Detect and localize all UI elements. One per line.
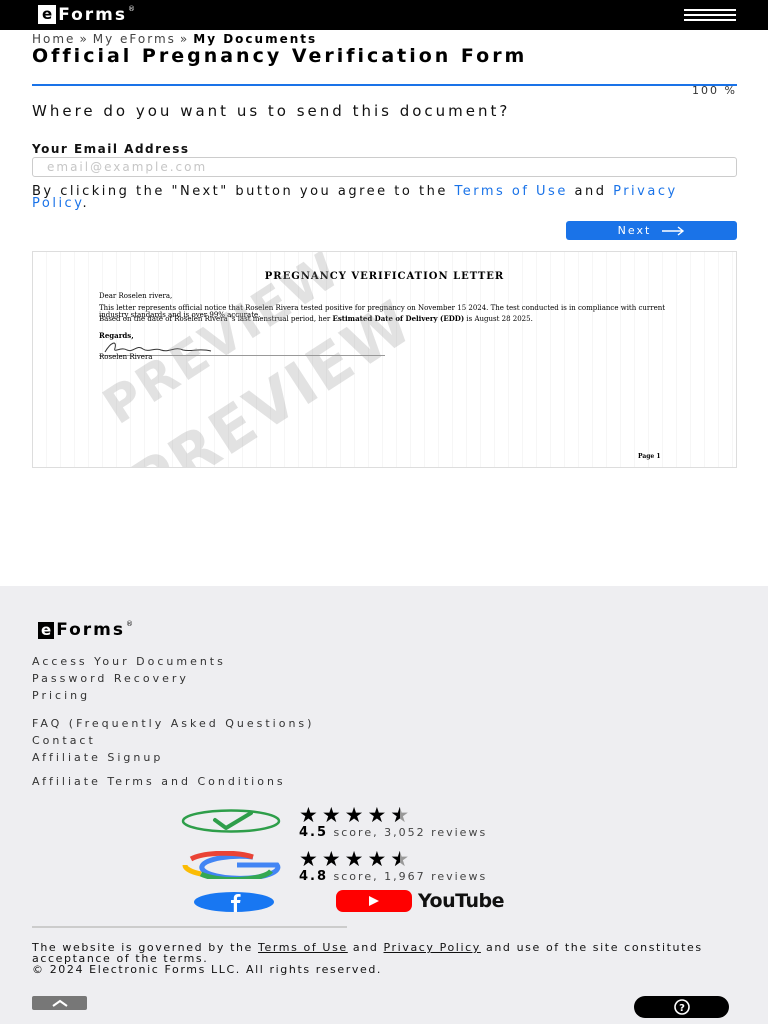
footer-link-access-documents[interactable]: Access Your Documents xyxy=(32,655,226,668)
document-page-number: Page 1 xyxy=(638,453,661,460)
logo-forms: Forms xyxy=(58,4,128,25)
rating-score: 4.8 xyxy=(299,869,329,884)
eforms-logo[interactable]: e Forms ® xyxy=(38,4,136,25)
footer-divider xyxy=(32,926,347,928)
hamburger-menu-icon[interactable] xyxy=(684,9,736,21)
svg-text:?: ? xyxy=(679,1003,685,1014)
footer-logo-forms: Forms xyxy=(56,620,126,640)
agreement-text: By clicking the "Next" button you agree … xyxy=(32,184,737,211)
star-rating: ★★★★★★ xyxy=(299,803,410,827)
next-button[interactable]: Next xyxy=(566,221,737,240)
progress-fill xyxy=(32,84,737,86)
star-rating: ★★★★★★ xyxy=(299,847,410,871)
breadcrumb: Home» My eForms» My Documents xyxy=(32,32,317,46)
rating-google: ★★★★★★ 4.8 score, 1,967 reviews xyxy=(299,847,488,885)
terms-of-use-link[interactable]: Terms of Use xyxy=(454,184,567,199)
footer-link-affiliate-terms[interactable]: Affiliate Terms and Conditions xyxy=(32,775,286,788)
youtube-link[interactable]: YouTube xyxy=(336,890,504,912)
breadcrumb-my-eforms[interactable]: My eForms xyxy=(93,32,176,46)
agreement-and: and xyxy=(574,184,607,199)
rating-trust: ★★★★★★ 4.5 score, 3,052 reviews xyxy=(299,803,488,841)
email-field[interactable] xyxy=(32,157,737,177)
rating-score: 4.5 xyxy=(299,825,329,840)
google-icon[interactable] xyxy=(181,851,281,879)
footer-logo-e: e xyxy=(38,621,55,639)
question-icon: ? xyxy=(673,999,690,1015)
next-button-label: Next xyxy=(617,224,652,237)
footer-link-contact[interactable]: Contact xyxy=(32,734,96,747)
breadcrumb-home[interactable]: Home xyxy=(32,32,75,46)
scroll-to-top-button[interactable] xyxy=(32,996,87,1010)
footer-link-pricing[interactable]: Pricing xyxy=(32,689,90,702)
youtube-label: YouTube xyxy=(418,890,504,912)
footer-link-password-recovery[interactable]: Password Recovery xyxy=(32,672,189,685)
arrow-right-icon xyxy=(662,225,685,236)
breadcrumb-separator: » xyxy=(179,32,190,46)
rating-review-count: score, 3,052 reviews xyxy=(333,826,488,839)
progress-bar xyxy=(32,84,737,86)
page-title: Official Pregnancy Verification Form xyxy=(32,45,528,67)
footer-privacy-link[interactable]: Privacy Policy xyxy=(384,941,481,954)
breadcrumb-my-documents: My Documents xyxy=(193,32,318,46)
agreement-period: . xyxy=(82,196,90,211)
footer-link-affiliate-signup[interactable]: Affiliate Signup xyxy=(32,751,163,764)
send-question: Where do you want us to send this docume… xyxy=(32,102,511,120)
youtube-icon xyxy=(336,890,412,912)
footer-terms-link[interactable]: Terms of Use xyxy=(258,941,348,954)
rating-review-count: score, 1,967 reviews xyxy=(333,870,488,883)
logo-e: e xyxy=(38,5,57,24)
facebook-icon[interactable] xyxy=(193,892,275,912)
progress-label: 100 % xyxy=(692,84,737,97)
email-label: Your Email Address xyxy=(32,142,190,156)
logo-registered: ® xyxy=(128,5,136,13)
chevron-up-icon xyxy=(51,999,68,1007)
breadcrumb-separator: » xyxy=(79,32,89,46)
footer-legal-text: The website is governed by the Terms of … xyxy=(32,941,703,976)
check-badge-icon[interactable] xyxy=(181,809,281,833)
agreement-prefix: By clicking the "Next" button you agree … xyxy=(32,184,448,199)
copyright: © 2024 Electronic Forms LLC. All rights … xyxy=(32,963,383,976)
footer-logo-registered: ® xyxy=(126,620,134,628)
top-navbar: e Forms ® xyxy=(0,0,768,30)
footer-link-faq[interactable]: FAQ (Frequently Asked Questions) xyxy=(32,717,314,730)
footer-eforms-logo[interactable]: e Forms ® xyxy=(38,620,133,640)
help-button[interactable]: ? xyxy=(634,996,729,1018)
document-preview: PREGNANCY VERIFICATION LETTER Dear Rosel… xyxy=(32,251,737,468)
document-title: PREGNANCY VERIFICATION LETTER xyxy=(264,271,505,282)
